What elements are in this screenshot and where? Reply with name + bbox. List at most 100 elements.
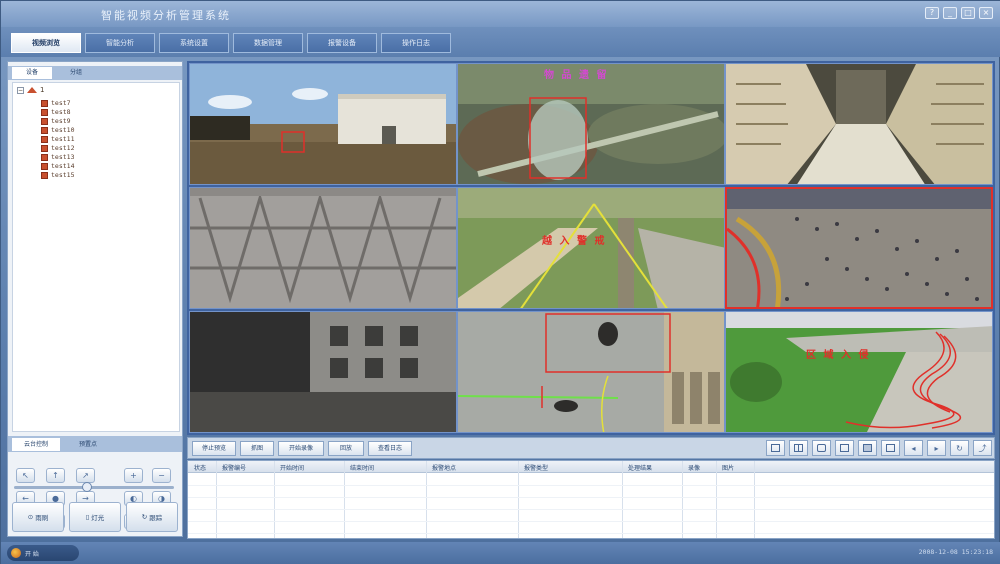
camera-node-icon — [41, 117, 48, 125]
expand-minus-icon[interactable]: − — [17, 86, 24, 94]
tree-node-test7[interactable]: test7 — [41, 99, 71, 107]
nine-view-icon[interactable] — [858, 440, 877, 456]
light-icon: ▯ — [85, 513, 90, 521]
tab-operation-log[interactable]: 操作日志 — [381, 33, 451, 53]
ptz-speed-slider[interactable] — [14, 482, 174, 492]
exit-icon[interactable]: ⤴ — [973, 440, 992, 456]
close-button[interactable]: × — [979, 7, 993, 19]
eight-view-icon[interactable] — [835, 440, 854, 456]
column-divider — [622, 461, 623, 538]
snapshot-button[interactable]: 抓图 — [240, 441, 274, 456]
tab-system-settings[interactable]: 系统设置 — [159, 33, 229, 53]
track-button[interactable]: ↻ 跟踪 — [126, 502, 178, 532]
subtab-ptz-control[interactable]: 云台控制 — [12, 438, 60, 451]
column-location[interactable]: 报警地点 — [432, 463, 456, 472]
device-tree: − 1 test7 test8 test9 test10 test11 test… — [12, 82, 180, 432]
column-divider — [426, 461, 427, 538]
tree-node-test10[interactable]: test10 — [41, 126, 74, 134]
start-label: 开 始 — [25, 550, 39, 558]
ptz-up-icon[interactable]: ↑ — [46, 468, 65, 483]
zoom-out-icon[interactable]: − — [152, 468, 171, 483]
tree-node-label: test7 — [51, 99, 71, 107]
tab-alarm-devices[interactable]: 报警设备 — [307, 33, 377, 53]
tree-node-test14[interactable]: test14 — [41, 162, 74, 170]
column-image[interactable]: 图片 — [722, 463, 734, 472]
camera-feed-8 — [458, 312, 724, 432]
tree-node-label: test12 — [51, 144, 75, 152]
tab-video-browse[interactable]: 视频浏览 — [11, 33, 81, 53]
start-record-button[interactable]: 开始录像 — [278, 441, 324, 456]
subtab-groups[interactable]: 分组 — [56, 67, 96, 79]
tree-root-label: 1 — [40, 86, 45, 94]
column-end-time[interactable]: 结束时间 — [350, 463, 374, 472]
column-result[interactable]: 处理结果 — [628, 463, 652, 472]
tree-node-test9[interactable]: test9 — [41, 117, 71, 125]
camera-node-icon — [41, 135, 48, 143]
one-view-icon[interactable] — [766, 440, 785, 456]
help-button[interactable]: ? — [925, 7, 939, 19]
next-icon[interactable]: ▸ — [927, 440, 946, 456]
ptz-up-right-icon[interactable]: ↗ — [76, 468, 95, 483]
ptz-up-left-icon[interactable]: ↖ — [16, 468, 35, 483]
video-cell-5[interactable]: 越 入 警 戒 — [457, 187, 725, 309]
loop-icon[interactable]: ↻ — [950, 440, 969, 456]
column-alarm-id[interactable]: 报警编号 — [222, 463, 246, 472]
column-start-time[interactable]: 开始时间 — [280, 463, 304, 472]
minimize-button[interactable]: _ — [943, 7, 957, 19]
tree-node-label: test10 — [51, 126, 75, 134]
camera-node-icon — [41, 144, 48, 152]
zoom-in-icon[interactable]: + — [124, 468, 143, 483]
tree-node-test11[interactable]: test11 — [41, 135, 74, 143]
previous-icon[interactable]: ◂ — [904, 440, 923, 456]
column-video[interactable]: 录像 — [688, 463, 700, 472]
camera-node-icon — [41, 99, 48, 107]
tree-node-test13[interactable]: test13 — [41, 153, 74, 161]
video-cell-9[interactable]: 区 域 入 侵 — [725, 311, 993, 433]
slider-knob[interactable] — [81, 482, 92, 492]
column-alarm-type[interactable]: 报警类型 — [524, 463, 548, 472]
tab-smart-analysis[interactable]: 智能分析 — [85, 33, 155, 53]
six-view-icon[interactable] — [812, 440, 831, 456]
video-cell-8[interactable] — [457, 311, 725, 433]
subtab-devices[interactable]: 设备 — [12, 67, 52, 79]
left-panel: 设备 分组 − 1 test7 test8 test9 test10 test1… — [7, 61, 183, 537]
view-log-button[interactable]: 查看日志 — [368, 441, 412, 456]
datetime-display: 2008-12-08 15:23:18 — [918, 548, 993, 556]
tab-data-management[interactable]: 数据管理 — [233, 33, 303, 53]
tree-node-label: test8 — [51, 108, 71, 116]
camera-feed-1 — [190, 64, 456, 184]
tree-node-test12[interactable]: test12 — [41, 144, 74, 152]
row-divider — [188, 497, 994, 498]
column-divider — [518, 461, 519, 538]
row-divider — [188, 485, 994, 486]
camera-feed-6 — [727, 189, 991, 307]
start-button[interactable]: 开 始 — [7, 545, 79, 561]
table-header: 状态 报警编号 开始时间 结束时间 报警地点 报警类型 处理结果 录像 图片 — [188, 461, 994, 473]
maximize-button[interactable]: □ — [961, 7, 975, 19]
light-button[interactable]: ▯ 灯光 — [69, 502, 121, 532]
column-divider — [274, 461, 275, 538]
playback-button[interactable]: 回放 — [328, 441, 364, 456]
video-cell-3[interactable] — [725, 63, 993, 185]
window-title: 智能视频分析管理系统 — [101, 9, 231, 22]
column-status[interactable]: 状态 — [194, 463, 206, 472]
subtab-preset[interactable]: 预置点 — [64, 438, 112, 451]
house-icon — [27, 87, 37, 93]
tree-root[interactable]: − 1 — [17, 85, 44, 95]
wiper-button[interactable]: ⊙ 雨刷 — [12, 502, 64, 532]
title-bar: 智能视频分析管理系统 ? _ □ × — [1, 1, 1000, 27]
video-cell-6[interactable] — [725, 187, 993, 309]
tree-node-test15[interactable]: test15 — [41, 171, 74, 179]
alarm-label: 物 品 遗 留 — [544, 70, 609, 81]
video-grid: 物 品 遗 留 越 入 警 戒 区 域 入 侵 — [187, 61, 995, 435]
camera-node-icon — [41, 162, 48, 170]
video-cell-2[interactable]: 物 品 遗 留 — [457, 63, 725, 185]
stop-preview-button[interactable]: 停止预览 — [192, 441, 236, 456]
video-cell-4[interactable] — [189, 187, 457, 309]
camera-feed-3 — [726, 64, 992, 184]
tree-node-test8[interactable]: test8 — [41, 108, 71, 116]
video-cell-7[interactable] — [189, 311, 457, 433]
video-cell-1[interactable] — [189, 63, 457, 185]
four-view-icon[interactable] — [789, 440, 808, 456]
fullscreen-icon[interactable] — [881, 440, 900, 456]
